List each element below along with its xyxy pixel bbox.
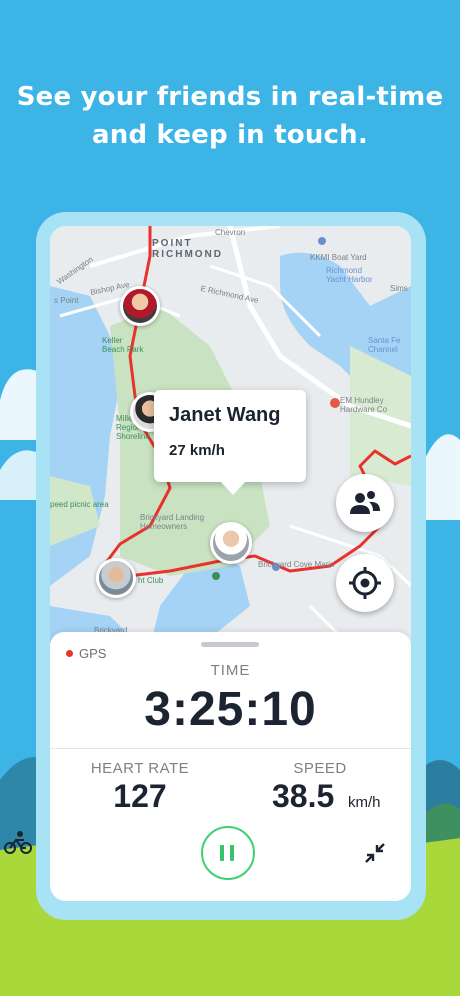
crosshair-icon <box>349 567 381 599</box>
friend-popup[interactable]: Janet Wang 27 km/h <box>154 390 306 495</box>
friend-avatar-janet[interactable] <box>210 522 252 564</box>
friend-popup-name: Janet Wang <box>169 404 281 426</box>
map-label-brickyard-cove: Brickyard Cove Marin <box>258 560 335 569</box>
friends-button[interactable] <box>336 474 394 532</box>
headline-line-2: and keep in touch. <box>92 120 368 150</box>
map-label-s-point: s Point <box>54 296 79 305</box>
stats-panel: GPS TIME 3:25:10 HEART RATE 127 SPEED 38… <box>50 632 411 901</box>
headline-line-1: See your friends in real-time <box>16 82 444 112</box>
speed-unit: km/h <box>348 794 381 811</box>
gps-dot-icon <box>66 650 73 657</box>
map-view[interactable]: POINT RICHMOND Chevron KKMI Boat Yard Ri… <box>50 226 411 646</box>
app-screen: POINT RICHMOND Chevron KKMI Boat Yard Ri… <box>50 226 411 901</box>
heart-rate-value: 127 <box>113 778 167 814</box>
gps-status: GPS <box>66 646 106 661</box>
map-label-brickyard-landing: Brickyard Landing Homeowners <box>140 513 205 531</box>
heart-rate-label: HEART RATE <box>90 760 190 777</box>
map-label-picnic: peed picnic area <box>50 500 109 509</box>
friend-avatar[interactable] <box>120 286 160 326</box>
map-label-santa-fe: Santa Fe Channel <box>368 336 401 354</box>
map-label-kkmi: KKMI Boat Yard <box>310 253 367 262</box>
map-label-em-hundley: EM Hundley Hardware Co <box>340 396 388 414</box>
cyclist-icon <box>4 831 32 854</box>
drag-handle[interactable] <box>201 642 259 647</box>
people-icon <box>350 491 380 514</box>
headline: See your friends in real-time and keep i… <box>0 78 460 154</box>
map-label-chevron: Chevron <box>215 228 246 237</box>
time-value: 3:25:10 <box>144 683 317 736</box>
locate-button[interactable] <box>336 554 394 612</box>
friend-popup-speed: 27 km/h <box>169 442 225 459</box>
pause-button[interactable] <box>201 826 255 880</box>
map-label-keller-beach: Keller Beach Park <box>102 336 144 354</box>
map-label-yacht-club: ht Club <box>138 576 164 585</box>
gps-label: GPS <box>79 646 107 661</box>
map-label-richmond-yacht: Richmond Yacht Harbor <box>326 266 373 284</box>
collapse-icon[interactable] <box>362 840 388 866</box>
divider <box>50 748 411 749</box>
friend-avatar[interactable] <box>96 558 136 598</box>
map-label-point-richmond: POINT RICHMOND <box>152 238 223 260</box>
speed-value: 38.5 <box>272 778 335 814</box>
map-label-sims: Sims <box>390 284 408 293</box>
speed-label: SPEED <box>293 760 347 777</box>
time-label: TIME <box>210 662 251 679</box>
